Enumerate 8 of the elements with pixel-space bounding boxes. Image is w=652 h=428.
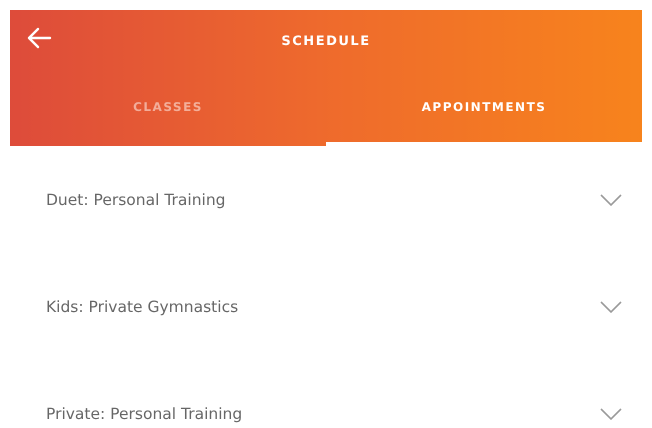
appointment-type[interactable]: Duet: Personal Training: [46, 190, 226, 208]
appointment-type[interactable]: Private: Personal Training: [46, 404, 242, 422]
chevron-icon[interactable]: [600, 300, 622, 312]
chevron-icon[interactable]: [600, 194, 622, 206]
chevron-icon[interactable]: [600, 408, 622, 420]
back-arrow-icon[interactable]: [26, 27, 52, 49]
screen-title: SCHEDULE: [281, 34, 371, 48]
appointment-type[interactable]: Kids: Private Gymnastics: [46, 298, 238, 316]
